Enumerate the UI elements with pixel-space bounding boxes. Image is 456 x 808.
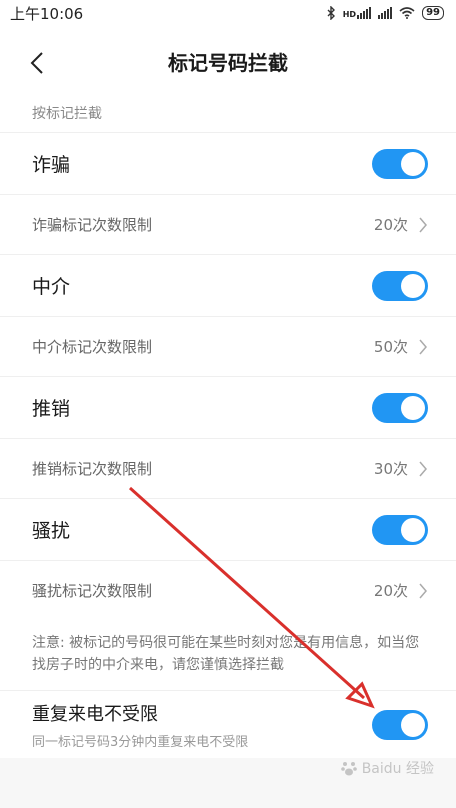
toggle-knob [401,712,425,737]
limit-row-sales[interactable]: 推销标记次数限制 30次 [0,438,456,498]
chevron-right-icon [419,339,427,354]
toggle-row-fraud[interactable]: 诈骗 [0,132,456,194]
signal-label: HD [342,10,357,19]
status-time: 上午10:06 [10,4,84,23]
status-icons: HD 99 [327,6,444,20]
limit-value: 30次 [373,460,408,478]
category-label: 骚扰 [32,520,71,542]
chevron-right-icon [419,583,427,598]
battery-icon: 99 [422,6,444,20]
warning-note: 注意: 被标记的号码很可能在某些时刻对您是有用信息，如当您找房子时的中介来电，请… [32,635,420,673]
limit-row-harass[interactable]: 骚扰标记次数限制 20次 [0,560,456,620]
toggle-knob [401,517,425,542]
toggle-row-agent[interactable]: 中介 [0,254,456,316]
watermark: Baidu 经验 [340,758,434,778]
toggle-row-sales[interactable]: 推销 [0,376,456,438]
limit-label: 推销标记次数限制 [32,460,153,478]
limit-value: 20次 [373,216,408,234]
category-label: 诈骗 [32,154,71,176]
fraud-toggle[interactable] [372,148,428,179]
toggle-knob [401,273,425,298]
agent-toggle[interactable] [372,270,428,301]
limit-label: 诈骗标记次数限制 [32,216,153,234]
limit-value: 20次 [373,582,408,600]
limit-value: 50次 [373,338,408,356]
repeat-call-subtitle: 同一标记号码3分钟内重复来电不受限 [32,734,249,750]
signal-icon-2 [378,7,393,19]
watermark-text: Baidu 经验 [361,761,434,777]
chevron-right-icon [419,461,427,476]
limit-label: 中介标记次数限制 [32,338,153,356]
repeat-call-title: 重复来电不受限 [32,703,158,725]
repeat-call-toggle[interactable] [372,709,428,740]
toggle-knob [401,395,425,420]
paw-icon [340,762,357,776]
section-label: 按标记拦截 [32,106,102,122]
category-label: 推销 [32,398,71,420]
wifi-icon [399,7,415,19]
repeat-call-row[interactable]: 重复来电不受限 同一标记号码3分钟内重复来电不受限 [0,690,456,758]
chevron-left-icon [30,52,43,74]
limit-label: 骚扰标记次数限制 [32,582,153,600]
harass-toggle[interactable] [372,514,428,545]
status-bar: 上午10:06 HD 99 [0,0,456,26]
sales-toggle[interactable] [372,392,428,423]
limit-row-fraud[interactable]: 诈骗标记次数限制 20次 [0,194,456,254]
chevron-right-icon [419,217,427,232]
limit-row-agent[interactable]: 中介标记次数限制 50次 [0,316,456,376]
back-button[interactable] [22,48,52,78]
page-title: 标记号码拦截 [168,50,288,75]
bluetooth-icon [327,6,335,20]
signal-icon-1: HD [342,7,372,19]
header: 标记号码拦截 [0,26,456,96]
toggle-knob [401,151,425,176]
toggle-row-harass[interactable]: 骚扰 [0,498,456,560]
category-label: 中介 [32,276,71,298]
